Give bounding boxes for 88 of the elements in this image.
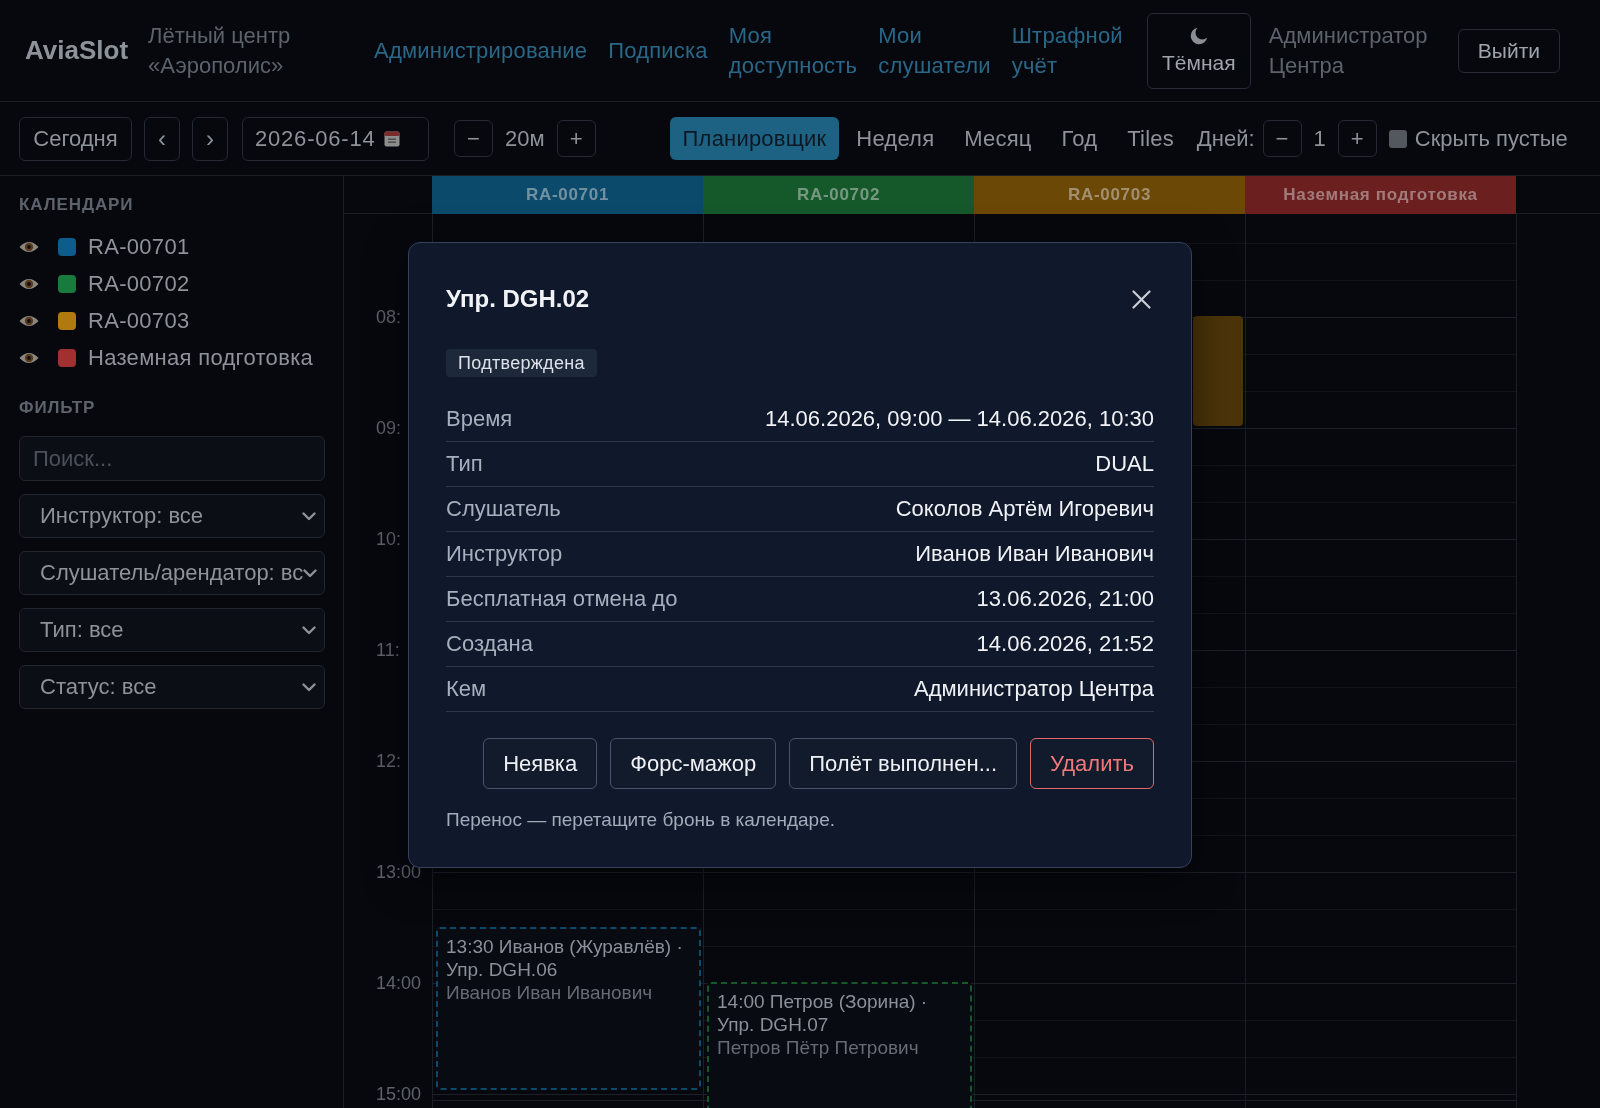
time-label: 13:00	[376, 865, 422, 879]
dialog-title: Упр. DGH.02	[446, 285, 590, 313]
org-name: Лётный центр «Аэрополис»	[148, 21, 292, 80]
logout-button[interactable]: Выйти	[1457, 28, 1560, 73]
filter-select[interactable]: Слушатель/арендатор: вс	[19, 551, 325, 595]
time-label: 15:00	[376, 1087, 422, 1101]
time-label: 10:	[376, 532, 402, 546]
app-logo: AviaSlot	[25, 35, 129, 66]
date-field[interactable]: 2026-06-14	[242, 116, 429, 161]
eye-icon[interactable]	[19, 313, 39, 328]
detail-value: 14.06.2026, 09:00 — 14.06.2026, 10:30	[765, 406, 1154, 432]
time-label: 08:	[376, 310, 402, 324]
eye-icon[interactable]	[19, 276, 39, 291]
detail-value: Соколов Артём Игоревич	[895, 496, 1154, 522]
filter-select[interactable]: Статус: все	[19, 665, 325, 709]
filter-select[interactable]: Инструктор: все	[19, 494, 325, 538]
next-button[interactable]: ›	[192, 116, 228, 161]
time-label: 14:00	[376, 976, 422, 990]
detail-value: 14.06.2026, 21:52	[976, 631, 1154, 657]
detail-label: Слушатель	[446, 496, 561, 522]
column-header: RA-00703	[974, 176, 1245, 214]
calendar-icon	[383, 130, 400, 147]
close-icon	[1131, 289, 1151, 309]
status-badge: Подтверждена	[446, 349, 597, 377]
nav-link[interactable]: Моя доступность	[728, 20, 858, 81]
chevron-icon	[303, 568, 318, 578]
event-card[interactable]: 14:00 Петров (Зорина) · Упр. DGH.07 Петров Пётр Петрович	[707, 982, 972, 1108]
zoom-value: 20м	[505, 125, 545, 152]
calendar-name[interactable]: RA-00702	[88, 270, 190, 297]
today-button[interactable]: Сегодня	[19, 116, 132, 161]
detail-value: Иванов Иван Иванович	[915, 541, 1154, 567]
column-header: Наземная подготовка	[1245, 176, 1516, 214]
section-heading: ФИЛЬТР	[19, 398, 96, 418]
detail-value: Администратор Центра	[913, 676, 1154, 702]
user-name: Администратор Центра	[1268, 21, 1428, 80]
detail-label: Создана	[446, 631, 533, 657]
nav-link[interactable]: Мои слушатели	[878, 20, 991, 81]
moon-icon	[1189, 26, 1208, 45]
action-button[interactable]: Неявка	[483, 738, 598, 789]
event-person: Иванов Иван Иванович	[446, 981, 654, 1004]
nav-link[interactable]: Подписка	[608, 35, 708, 66]
detail-value: 13.06.2026, 21:00	[976, 586, 1154, 612]
chevron-icon	[302, 682, 316, 692]
days-plus-button[interactable]: +	[1337, 120, 1377, 157]
section-heading: КАЛЕНДАРИ	[19, 195, 134, 215]
detail-value: DUAL	[1095, 451, 1154, 477]
days-value: 1	[1313, 125, 1326, 152]
nav-link[interactable]: Штрафной учёт	[1011, 20, 1123, 81]
eye-icon[interactable]	[19, 350, 39, 365]
zoom-out-button[interactable]: −	[454, 120, 493, 157]
detail-label: Время	[446, 406, 513, 432]
hint-text: Перенос — перетащите бронь в календаре.	[446, 809, 836, 831]
event-person: Петров Пётр Петрович	[717, 1036, 920, 1059]
eye-icon[interactable]	[19, 239, 39, 254]
time-label: 12:	[376, 754, 402, 768]
detail-label: Тип	[446, 451, 483, 477]
event-title: 13:30 Иванов (Журавлёв) · Упр. DGH.06	[446, 935, 684, 981]
theme-button[interactable]: Тёмная	[1146, 12, 1251, 89]
time-label: 09:	[376, 421, 402, 435]
column-header: RA-00701	[432, 176, 703, 214]
chevron-icon	[302, 625, 316, 635]
view-tab[interactable]: Год	[1048, 117, 1111, 160]
action-button[interactable]: Форс-мажор	[610, 738, 777, 789]
detail-label: Бесплатная отмена до	[446, 586, 678, 612]
days-minus-button[interactable]: −	[1262, 120, 1302, 157]
prev-button[interactable]: ‹	[144, 116, 180, 161]
view-tab[interactable]: Tiles	[1114, 117, 1187, 160]
days-label: Дней:	[1196, 125, 1255, 152]
search-field[interactable]: Поиск...	[19, 436, 325, 481]
checkbox[interactable]	[1388, 129, 1407, 148]
detail-label: Кем	[446, 676, 487, 702]
event-card[interactable]: 13:30 Иванов (Журавлёв) · Упр. DGH.06 Иванов Иван Иванович	[436, 927, 701, 1090]
view-tab[interactable]: Неделя	[843, 117, 948, 160]
delete-button[interactable]: Удалить	[1030, 738, 1154, 789]
chevron-icon	[302, 511, 316, 521]
action-button[interactable]: Полёт выполнен...	[789, 738, 1017, 789]
checkbox-label[interactable]: Скрыть пустые	[1414, 125, 1568, 152]
filter-select[interactable]: Тип: все	[19, 608, 325, 652]
calendar-name[interactable]: RA-00701	[88, 233, 190, 260]
zoom-in-button[interactable]: +	[556, 120, 596, 157]
time-label: 11:	[376, 643, 400, 657]
view-tab[interactable]: Месяц	[951, 117, 1045, 160]
calendar-name[interactable]: Наземная подготовка	[88, 344, 314, 371]
calendar-name[interactable]: RA-00703	[88, 307, 190, 334]
event-title: 14:00 Петров (Зорина) · Упр. DGH.07	[717, 990, 929, 1036]
detail-label: Инструктор	[446, 541, 563, 567]
nav-link[interactable]: Администрирование	[374, 35, 588, 66]
column-header: RA-00702	[703, 176, 974, 214]
